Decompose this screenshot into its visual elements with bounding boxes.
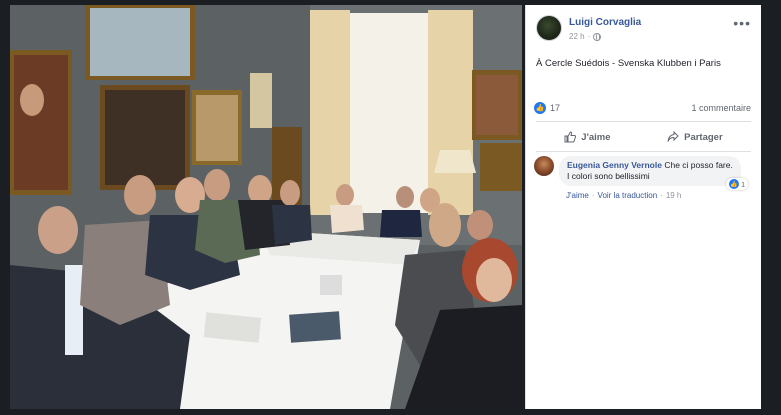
post-text: À Cercle Suédois - Svenska Klubben i Par…	[536, 58, 721, 69]
comment-time[interactable]: 19 h	[666, 191, 682, 200]
share-button[interactable]: Partager	[667, 131, 723, 143]
commenter-name[interactable]: Eugenia Genny Vernole	[567, 160, 662, 170]
more-options-button[interactable]: •••	[733, 15, 751, 31]
comment-actions: J'aime · Voir la traduction · 19 h	[566, 191, 682, 200]
divider	[536, 121, 751, 122]
post-header: Luigi Corvaglia 22 h · •••	[526, 5, 761, 47]
like-label: J'aime	[581, 131, 611, 143]
post-time[interactable]: 22 h	[569, 32, 585, 41]
post-photo[interactable]	[10, 5, 522, 409]
comment-bubble: Eugenia Genny Vernole Che ci posso fare.…	[559, 156, 741, 186]
author-name[interactable]: Luigi Corvaglia	[569, 17, 641, 28]
like-reaction-icon: 👍	[534, 102, 546, 114]
globe-icon[interactable]	[593, 32, 602, 41]
see-translation-link[interactable]: Voir la traduction	[598, 191, 658, 200]
comment-reactions[interactable]: 👍 1	[726, 178, 749, 190]
share-arrow-icon	[667, 131, 679, 142]
thumbs-up-icon	[564, 131, 577, 143]
commenter-avatar[interactable]	[534, 156, 554, 176]
share-label: Partager	[684, 131, 723, 143]
comments-count[interactable]: 1 commentaire	[691, 103, 751, 113]
like-button[interactable]: J'aime	[564, 131, 611, 143]
post-panel: Luigi Corvaglia 22 h · ••• À Cercle Suéd…	[525, 5, 761, 409]
likes-count-group[interactable]: 👍 17	[534, 102, 560, 114]
author-avatar[interactable]	[536, 15, 562, 41]
post-meta: 22 h ·	[569, 32, 602, 41]
post-stats: 👍 17 1 commentaire	[534, 100, 751, 116]
likes-count: 17	[550, 103, 561, 113]
comment-like-link[interactable]: J'aime	[566, 191, 589, 200]
like-reaction-icon: 👍	[729, 179, 739, 189]
comment-reaction-count: 1	[741, 179, 746, 189]
divider	[536, 151, 751, 152]
group-meeting-photo	[10, 5, 522, 409]
post-actions: J'aime Partager	[536, 126, 751, 148]
